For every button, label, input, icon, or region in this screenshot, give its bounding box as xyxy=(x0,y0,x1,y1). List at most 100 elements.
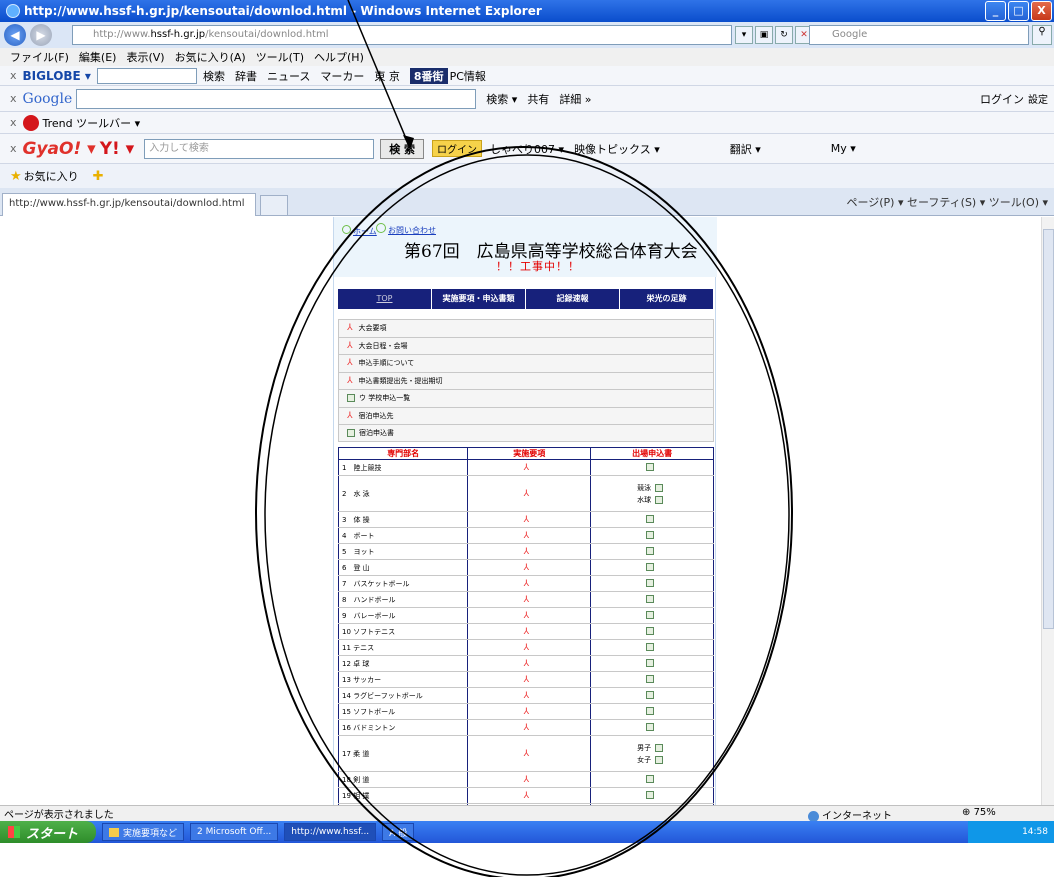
spreadsheet-icon[interactable] xyxy=(646,546,655,555)
back-button[interactable]: ◀ xyxy=(4,24,26,46)
pdf-icon[interactable]: ⅄ xyxy=(524,723,530,733)
google-share-button[interactable]: 共有 xyxy=(527,91,549,107)
spreadsheet-icon[interactable] xyxy=(646,626,655,635)
spreadsheet-icon[interactable] xyxy=(646,530,655,539)
biglobe-pc-info[interactable]: PC情報 xyxy=(450,68,486,84)
pdf-icon[interactable]: ⅄ xyxy=(524,659,530,669)
google-logo[interactable]: Google xyxy=(23,91,73,107)
forward-button[interactable]: ▶ xyxy=(30,24,52,46)
menu-file[interactable]: ファイル(F) xyxy=(10,49,69,65)
menu-favorites[interactable]: お気に入り(A) xyxy=(175,49,246,65)
biglobe-search-input[interactable] xyxy=(96,67,197,84)
google-login-button[interactable]: ログイン xyxy=(980,91,1024,107)
close-icon[interactable]: x xyxy=(10,142,17,155)
nav-guidelines[interactable]: 実施要項・申込書類 xyxy=(432,289,526,309)
biglobe-weather-button[interactable]: 東 京 xyxy=(374,68,400,84)
pdf-icon[interactable]: ⅄ xyxy=(524,627,530,637)
pdf-icon[interactable]: ⅄ xyxy=(524,691,530,701)
google-search-input[interactable] xyxy=(76,88,477,109)
spreadsheet-icon[interactable] xyxy=(646,774,655,783)
biglobe-dictionary-button[interactable]: 辞書 xyxy=(235,68,257,84)
close-icon[interactable]: x xyxy=(10,92,17,105)
new-tab-button[interactable] xyxy=(260,195,288,215)
ime-bar[interactable]: A 般 xyxy=(382,823,415,841)
vertical-scrollbar[interactable] xyxy=(1041,217,1054,805)
gyao-search-button[interactable]: 検 索 xyxy=(380,138,425,159)
nav-history[interactable]: 栄光の足跡 xyxy=(620,289,714,309)
compat-icon[interactable]: ▣ xyxy=(755,26,773,44)
biglobe-tag-badge[interactable]: 8番街 xyxy=(409,67,448,84)
gyao-logo[interactable]: GyaO! ▾ xyxy=(23,139,96,159)
nav-top[interactable]: TOP xyxy=(338,289,432,309)
pdf-icon[interactable]: ⅄ xyxy=(524,547,530,557)
spreadsheet-icon[interactable] xyxy=(646,578,655,587)
biglobe-marker-button[interactable]: マーカー xyxy=(320,68,364,84)
pdf-icon[interactable]: ⅄ xyxy=(524,563,530,573)
gyao-video-topics-button[interactable]: 映像トピックス ▾ xyxy=(574,141,660,157)
document-item[interactable]: ⅄ 大会日程・会場 xyxy=(338,336,714,354)
spreadsheet-icon[interactable] xyxy=(646,790,655,799)
pdf-icon[interactable]: ⅄ xyxy=(524,595,530,605)
gyao-translate-button[interactable]: 翻訳 ▾ xyxy=(730,141,761,157)
pdf-icon[interactable]: ⅄ xyxy=(524,791,530,801)
spreadsheet-icon[interactable] xyxy=(646,706,655,715)
zoom-control[interactable]: ⊕ 75% xyxy=(962,807,996,818)
document-item[interactable]: ⅄ 申込手順について xyxy=(338,354,714,372)
document-item[interactable]: ⅄ 宿泊申込先 xyxy=(338,406,714,424)
pdf-icon[interactable]: ⅄ xyxy=(524,775,530,785)
tab-current[interactable]: http://www.hssf-h.gr.jp/kensoutai/downlo… xyxy=(2,193,256,216)
spreadsheet-icon[interactable] xyxy=(646,674,655,683)
pdf-icon[interactable]: ⅄ xyxy=(524,489,530,499)
menu-view[interactable]: 表示(V) xyxy=(126,49,164,65)
pdf-icon[interactable]: ⅄ xyxy=(524,611,530,621)
pdf-icon[interactable]: ⅄ xyxy=(524,707,530,717)
pdf-icon[interactable]: ⅄ xyxy=(524,675,530,685)
document-item[interactable]: ウ 学校申込一覧 xyxy=(338,389,714,407)
taskbar-item-office[interactable]: 2 Microsoft Off... xyxy=(190,823,279,841)
gyao-login-button[interactable]: ログイン xyxy=(432,140,483,157)
spreadsheet-icon[interactable] xyxy=(646,690,655,699)
spreadsheet-icon[interactable] xyxy=(646,562,655,571)
trend-toolbar-label[interactable]: Trend ツールバー ▾ xyxy=(43,115,141,131)
close-icon[interactable]: x xyxy=(10,69,17,82)
add-favorite-icon[interactable]: ✚ xyxy=(93,169,104,184)
biglobe-logo[interactable]: BIGLOBE ▾ xyxy=(23,69,91,83)
refresh-icon[interactable]: ↻ xyxy=(775,26,793,44)
menu-tools[interactable]: ツール(T) xyxy=(256,49,304,65)
maximize-button[interactable]: □ xyxy=(1008,1,1029,21)
document-item[interactable]: ⅄ 申込書類提出先・提出期切 xyxy=(338,371,714,389)
entry-form-sub[interactable]: 女子 xyxy=(591,754,713,766)
contact-link[interactable]: お問い合わせ xyxy=(376,223,436,236)
start-button[interactable]: スタート xyxy=(0,821,96,843)
pdf-icon[interactable]: ⅄ xyxy=(524,643,530,653)
gyao-shaberi-button[interactable]: しゃべり007 ▾ xyxy=(490,141,564,157)
menu-help[interactable]: ヘルプ(H) xyxy=(314,49,364,65)
entry-form-sub[interactable]: 男子 xyxy=(591,742,713,754)
document-item[interactable]: 宿泊申込書 xyxy=(338,424,714,442)
spreadsheet-icon[interactable] xyxy=(646,514,655,523)
pdf-icon[interactable]: ⅄ xyxy=(524,531,530,541)
biglobe-search-button[interactable]: 検索 xyxy=(203,68,225,84)
entry-form-sub[interactable]: 水球 xyxy=(591,494,713,506)
pdf-icon[interactable]: ⅄ xyxy=(524,579,530,589)
minimize-button[interactable]: _ xyxy=(985,1,1006,21)
home-link[interactable]: ホーム xyxy=(342,225,377,237)
google-more-button[interactable]: 詳細 » xyxy=(559,91,591,107)
taskbar-item-ie[interactable]: http://www.hssf... xyxy=(284,823,377,841)
gyao-my-button[interactable]: My ▾ xyxy=(831,142,856,155)
favorites-button[interactable]: お気に入り xyxy=(24,168,79,184)
google-settings-button[interactable]: 設定 xyxy=(1028,91,1048,106)
spreadsheet-icon[interactable] xyxy=(646,594,655,603)
scrollbar-thumb[interactable] xyxy=(1043,229,1054,629)
pdf-icon[interactable]: ⅄ xyxy=(524,463,530,473)
google-search-button[interactable]: 検索 ▾ xyxy=(486,91,517,107)
command-bar[interactable]: ページ(P) ▾ セーフティ(S) ▾ ツール(O) ▾ xyxy=(846,194,1048,210)
yahoo-logo[interactable]: Y! ▾ xyxy=(100,139,135,159)
gyao-search-input[interactable]: 入力して検索 xyxy=(144,138,375,159)
spreadsheet-icon[interactable] xyxy=(646,722,655,731)
close-icon[interactable]: x xyxy=(10,116,17,129)
nav-results[interactable]: 記録速報 xyxy=(526,289,620,309)
url-input[interactable]: http://www.hssf-h.gr.jp/kensoutai/downlo… xyxy=(72,25,732,45)
biglobe-news-button[interactable]: ニュース xyxy=(267,68,310,84)
search-icon[interactable]: ⚲ xyxy=(1032,25,1052,45)
